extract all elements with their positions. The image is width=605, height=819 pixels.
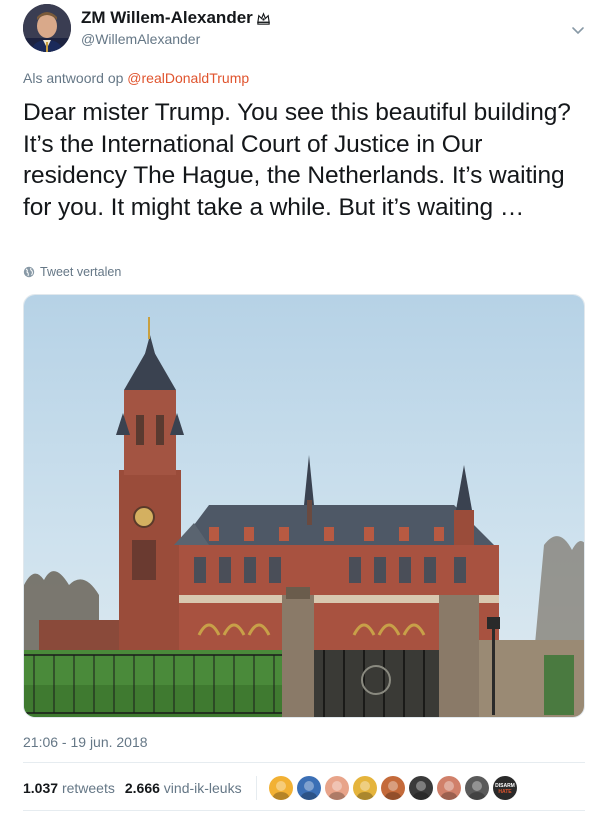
- liker-avatar-5[interactable]: [380, 776, 405, 800]
- peace-palace-image: [24, 295, 584, 717]
- retweets-stat[interactable]: 1.037 retweets: [23, 780, 115, 796]
- stats-separator: [255, 776, 257, 800]
- liker-avatar-8[interactable]: [464, 776, 489, 800]
- reply-mention-link[interactable]: @realDonaldTrump: [127, 70, 249, 86]
- crown-icon: [257, 11, 270, 25]
- globe-icon: [23, 266, 35, 278]
- likes-stat[interactable]: 2.666 vind-ik-leuks: [125, 780, 242, 796]
- author-avatar[interactable]: [23, 4, 71, 52]
- tweet-header: ZM Willem-Alexander @WillemAlexander: [23, 4, 588, 56]
- author-name[interactable]: ZM Willem-Alexander: [81, 8, 271, 28]
- tweet-photo[interactable]: [23, 294, 585, 718]
- tweet-timestamp[interactable]: 21:06 - 19 jun. 2018: [23, 734, 148, 750]
- liker-badge-text-2: HATE: [498, 789, 512, 795]
- translate-tweet-link[interactable]: Tweet vertalen: [23, 265, 121, 279]
- divider-top: [23, 762, 585, 763]
- liker-avatar-6[interactable]: [408, 776, 433, 800]
- retweets-count: 1.037: [23, 780, 59, 796]
- liker-avatar-7[interactable]: [436, 776, 461, 800]
- author-info: ZM Willem-Alexander @WillemAlexander: [81, 8, 271, 47]
- tweet-text: Dear mister Trump. You see this beautifu…: [23, 99, 571, 221]
- likes-label: vind-ik-leuks: [163, 780, 242, 796]
- liker-avatar-9[interactable]: DISARM HATE: [492, 776, 517, 800]
- liker-avatars: DISARM HATE: [268, 776, 517, 800]
- liker-avatar-1[interactable]: [268, 776, 293, 800]
- author-display-name[interactable]: ZM Willem-Alexander: [81, 8, 253, 28]
- liker-avatar-2[interactable]: [296, 776, 321, 800]
- reply-context: Als antwoord op @realDonaldTrump: [23, 70, 249, 86]
- chevron-down-icon[interactable]: [570, 22, 586, 38]
- liker-avatar-4[interactable]: [352, 776, 377, 800]
- translate-label[interactable]: Tweet vertalen: [40, 265, 121, 279]
- retweets-label: retweets: [61, 780, 115, 796]
- liker-avatar-3[interactable]: [324, 776, 349, 800]
- divider-bottom: [23, 810, 585, 811]
- author-handle[interactable]: @WillemAlexander: [81, 31, 271, 47]
- likes-count: 2.666: [124, 780, 160, 796]
- reply-prefix: Als antwoord op: [23, 70, 124, 86]
- tweet-stats: 1.037 retweets 2.666 vind-ik-leuks DISAR…: [23, 776, 517, 800]
